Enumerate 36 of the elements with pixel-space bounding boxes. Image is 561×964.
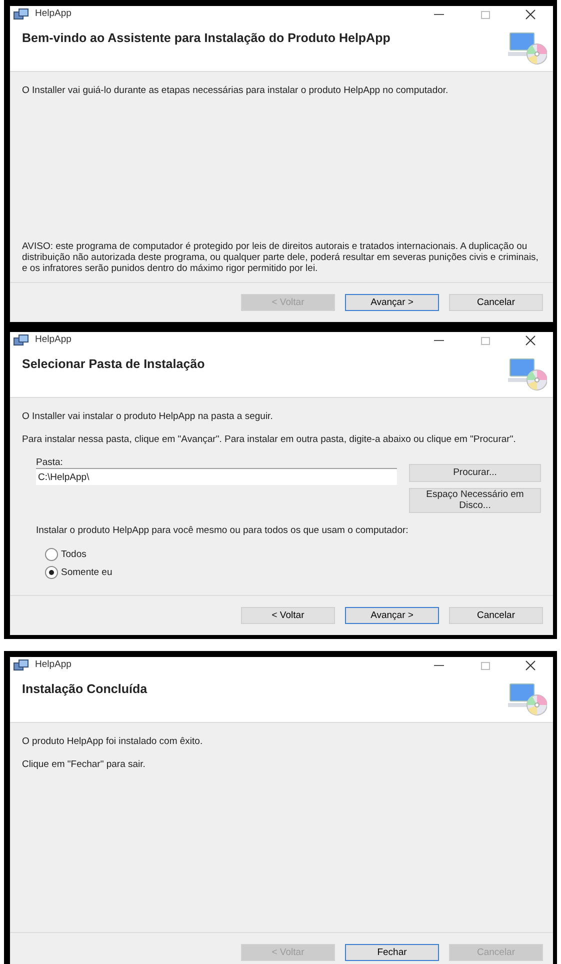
window-title: HelpApp	[35, 333, 72, 348]
browse-button[interactable]: Procurar...	[409, 464, 541, 482]
page-heading: Bem-vindo ao Assistente para Instalação do Produto HelpApp	[22, 31, 392, 45]
radio-button[interactable]	[45, 548, 58, 561]
warning-text: AVISO: este programa de computador é protegido por leis de direitos autorais e tratados internacionais. A duplicação ou distribuição não autorizada deste programa, ou qualquer parte dele, poderá resultar em severas punições civis e criminais, e os infratores serão punidos dentro do máximo rigor permitido por lei.	[22, 241, 540, 274]
folder-path-field[interactable]: C:\HelpApp\	[36, 468, 397, 485]
wizard-button[interactable]: Avançar >	[345, 607, 439, 624]
computer-disc-icon	[507, 357, 547, 391]
computer-disc-icon	[507, 31, 547, 65]
window-title: HelpApp	[35, 658, 72, 672]
disk-cost-button[interactable]: Espaço Necessário em Disco...	[409, 488, 541, 513]
wizard-button[interactable]: Cancelar	[449, 294, 543, 311]
close-icon[interactable]	[525, 9, 536, 20]
body-text: Clique em "Fechar" para sair.	[22, 759, 146, 770]
app-icon	[13, 8, 29, 21]
wizard-button[interactable]: Avançar >	[345, 294, 439, 311]
wizard-button[interactable]: Fechar	[345, 944, 439, 961]
body-text: O Installer vai guiá-lo durante as etapas necessárias para instalar o produto HelpApp no computador.	[22, 85, 450, 96]
body-text: O Installer vai instalar o produto HelpApp na pasta a seguir.	[22, 411, 274, 422]
close-icon[interactable]	[525, 660, 536, 671]
wizard-button[interactable]: < Voltar	[241, 607, 335, 624]
body-text: O produto HelpApp foi instalado com êxito.	[22, 736, 204, 747]
app-icon	[13, 334, 29, 347]
computer-disc-icon	[507, 682, 547, 716]
page-heading: Selecionar Pasta de Instalação	[22, 357, 206, 371]
body-text: Para instalar nessa pasta, clique em "Avançar". Para instalar em outra pasta, digite-a abaixo ou clique em "Procurar".	[22, 434, 517, 445]
page-heading: Instalação Concluída	[22, 682, 148, 696]
wizard-button[interactable]: Cancelar	[449, 607, 543, 624]
install-scope-text: Instalar o produto HelpApp para você mesmo ou para todos os que usam o computador:	[36, 525, 410, 536]
radio-option[interactable]: Somente eu	[36, 566, 112, 579]
close-icon[interactable]	[525, 335, 536, 346]
folder-label: Pasta:	[36, 457, 64, 468]
radio-option[interactable]: Todos	[36, 548, 86, 561]
window-title: HelpApp	[35, 7, 72, 22]
app-icon	[13, 659, 29, 672]
radio-button[interactable]	[45, 566, 58, 579]
